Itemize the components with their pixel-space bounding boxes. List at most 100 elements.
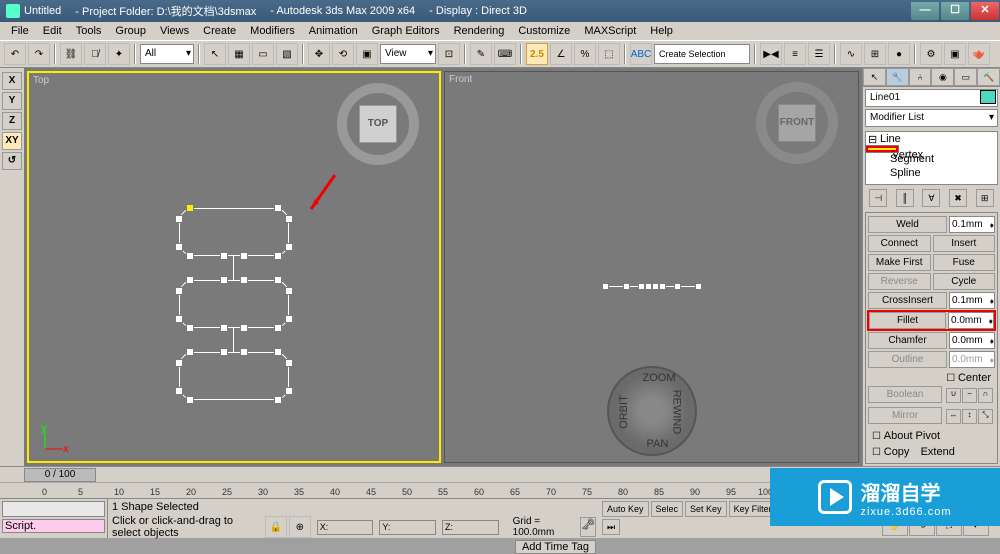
weld-spinner[interactable]: 0.1mm — [949, 216, 995, 233]
viewport-front[interactable]: Front FRONT ZOOM PAN ORBIT REWIND — [444, 71, 859, 463]
bool-union-icon[interactable]: ∪ — [946, 388, 961, 403]
timetag-button[interactable]: Add Time Tag — [515, 540, 596, 554]
maximize-button[interactable]: ☐ — [941, 2, 969, 20]
stack-line[interactable]: Line — [866, 132, 997, 146]
viewcube-front[interactable]: FRONT — [756, 82, 838, 164]
tab-motion[interactable]: ◉ — [931, 68, 954, 86]
chamfer-spinner[interactable]: 0.0mm — [949, 332, 995, 349]
pivot-button[interactable]: ⊡ — [438, 43, 460, 65]
snap-button[interactable]: 2.5 — [526, 43, 548, 65]
coord-y[interactable] — [379, 520, 436, 535]
menu-tools[interactable]: Tools — [69, 25, 109, 37]
bool-sub-icon[interactable]: − — [962, 388, 977, 403]
crossinsert-spinner[interactable]: 0.1mm — [949, 292, 995, 309]
menu-modifiers[interactable]: Modifiers — [243, 25, 302, 37]
layers-button[interactable]: ☰ — [808, 43, 830, 65]
select-button[interactable]: ↖ — [204, 43, 226, 65]
schematic-button[interactable]: ⊞ — [864, 43, 886, 65]
modifier-list-dropdown[interactable]: Modifier List — [865, 109, 998, 127]
fillet-button[interactable]: Fillet — [869, 312, 946, 329]
redo-button[interactable]: ↷ — [28, 43, 50, 65]
spinner-snap-button[interactable]: ⬚ — [598, 43, 620, 65]
refcoord-dropdown[interactable]: View — [380, 44, 436, 64]
modifier-stack[interactable]: Line Vertex Segment Spline — [865, 131, 998, 185]
move-button[interactable]: ✥ — [308, 43, 330, 65]
menu-grapheditors[interactable]: Graph Editors — [365, 25, 447, 37]
crossinsert-button[interactable]: CrossInsert — [868, 292, 947, 309]
weld-button[interactable]: Weld — [868, 216, 947, 233]
filter-dropdown[interactable]: All — [140, 44, 194, 64]
curve-editor-button[interactable]: ∿ — [840, 43, 862, 65]
menu-file[interactable]: File — [4, 25, 36, 37]
menu-animation[interactable]: Animation — [302, 25, 365, 37]
viewcube-top[interactable]: TOP — [337, 83, 419, 165]
mirror-b-icon[interactable]: ⤡ — [978, 409, 993, 424]
coord-x[interactable] — [317, 520, 374, 535]
remove-mod-button[interactable]: ✖ — [949, 189, 967, 207]
bool-int-icon[interactable]: ∩ — [978, 388, 993, 403]
key-lock-icon[interactable]: 🗝 — [580, 517, 596, 537]
goto-end-button[interactable]: ⏭ — [602, 519, 620, 535]
menu-create[interactable]: Create — [196, 25, 243, 37]
menu-maxscript[interactable]: MAXScript — [577, 25, 643, 37]
configure-button[interactable]: ⊞ — [976, 189, 994, 207]
mirror-tb-button[interactable]: ▶◀ — [760, 43, 782, 65]
region-rect-button[interactable]: ▭ — [252, 43, 274, 65]
undo-button[interactable]: ↶ — [4, 43, 26, 65]
insert-button[interactable]: Insert — [933, 235, 996, 252]
tab-utilities[interactable]: 🔨 — [977, 68, 1000, 86]
mirror-h-icon[interactable]: ↔ — [946, 409, 961, 424]
object-name-field[interactable]: Line01 — [865, 89, 998, 107]
menu-views[interactable]: Views — [153, 25, 196, 37]
abs-rel-icon[interactable]: ⊕ — [289, 516, 311, 538]
makefirst-button[interactable]: Make First — [868, 254, 931, 271]
aboutpivot-check[interactable]: ☐ About Pivot — [868, 428, 995, 444]
bind-button[interactable]: ✦ — [108, 43, 130, 65]
axis-cycle-button[interactable]: ↺ — [2, 152, 22, 170]
nsel-button[interactable]: ABC — [630, 43, 652, 65]
tab-display[interactable]: ▭ — [954, 68, 977, 86]
fillet-spinner[interactable]: 0.0mm — [948, 312, 994, 329]
material-button[interactable]: ● — [888, 43, 910, 65]
show-end-button[interactable]: ║ — [896, 189, 914, 207]
align-button[interactable]: ≡ — [784, 43, 806, 65]
connect-button[interactable]: Connect — [868, 235, 931, 252]
stack-spline[interactable]: Spline — [866, 166, 997, 180]
object-color-swatch[interactable] — [980, 90, 996, 104]
rotate-button[interactable]: ⟲ — [332, 43, 354, 65]
menu-edit[interactable]: Edit — [36, 25, 69, 37]
stack-segment[interactable]: Segment — [866, 152, 997, 166]
mini-listener[interactable] — [2, 501, 105, 517]
script-input[interactable]: Script. — [2, 519, 105, 533]
axis-z-button[interactable]: Z — [2, 112, 22, 130]
copy-check[interactable]: ☐ Copy Extend — [868, 444, 995, 460]
link-button[interactable]: ⛓ — [60, 43, 82, 65]
menu-group[interactable]: Group — [108, 25, 153, 37]
menu-help[interactable]: Help — [643, 25, 680, 37]
autokey-button[interactable]: Auto Key — [602, 501, 649, 517]
cycle-button[interactable]: Cycle — [933, 273, 996, 290]
center-check[interactable]: ☐ Center — [868, 370, 995, 386]
unique-button[interactable]: ∀ — [922, 189, 940, 207]
axis-y-button[interactable]: Y — [2, 92, 22, 110]
scale-button[interactable]: ▣ — [356, 43, 378, 65]
unlink-button[interactable]: ⛓̸ — [84, 43, 106, 65]
tab-modify[interactable]: 🔧 — [886, 68, 909, 86]
anim-dropdown[interactable]: Selec — [651, 501, 684, 517]
tab-create[interactable]: ↖ — [863, 68, 886, 86]
menu-rendering[interactable]: Rendering — [447, 25, 512, 37]
menu-customize[interactable]: Customize — [511, 25, 577, 37]
render-frame-button[interactable]: ▣ — [944, 43, 966, 65]
steering-wheel[interactable]: ZOOM PAN ORBIT REWIND — [607, 366, 697, 456]
percent-snap-button[interactable]: % — [574, 43, 596, 65]
coord-z[interactable] — [442, 520, 499, 535]
viewport-top[interactable]: Top TOP — [27, 71, 441, 463]
tab-hierarchy[interactable]: ⑃ — [909, 68, 932, 86]
window-crossing-button[interactable]: ▧ — [276, 43, 298, 65]
fuse-button[interactable]: Fuse — [933, 254, 996, 271]
manip-button[interactable]: ✎ — [470, 43, 492, 65]
selection-set-dropdown[interactable]: Create Selection Set — [654, 44, 750, 64]
outline-spinner[interactable]: 0.0mm — [949, 351, 995, 368]
keymode-button[interactable]: ⌨ — [494, 43, 516, 65]
axis-xy-button[interactable]: XY — [2, 132, 22, 150]
